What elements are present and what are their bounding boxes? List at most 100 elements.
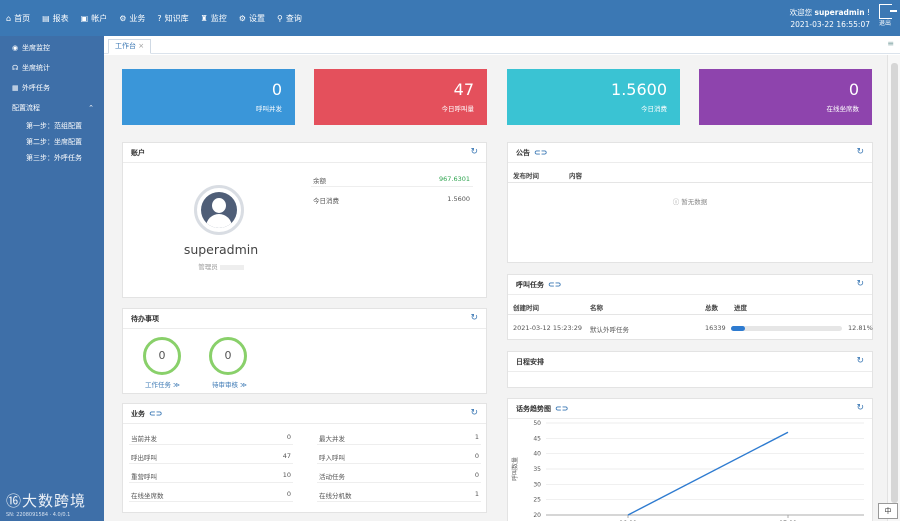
welcome-box: 欢迎您 superadmin ! 2021-03-22 16:55:07 [789, 8, 870, 29]
nav-reports[interactable]: ▤ 报表 [42, 0, 69, 36]
stat-value: 47 [453, 80, 474, 99]
close-icon[interactable]: × [138, 42, 144, 50]
panel-title: 话务趋势图 [516, 404, 551, 413]
y-tick-label: 35 [533, 466, 541, 473]
y-tick-label: 50 [533, 420, 541, 427]
refresh-icon[interactable]: ↻ [470, 313, 478, 323]
refresh-icon[interactable]: ↻ [856, 403, 864, 413]
today-spend-label: 今日消费 [313, 197, 339, 205]
stat-value: 0 [848, 80, 859, 99]
stat-label: 今日消费 [641, 105, 667, 113]
business-metric-value: 10 [282, 471, 291, 479]
scroll-thumb[interactable] [891, 63, 898, 503]
divider [317, 501, 481, 502]
sidebar-subitem-step3[interactable]: 第三步：外呼任务 [0, 150, 104, 166]
balance-value: 967.6301 [438, 175, 470, 183]
nav-business[interactable]: ⚙ 业务 [119, 0, 145, 36]
main-nav: ⌂ 首页 ▤ 报表 ▣ 帐户 ⚙ 业务 ? 知识库 ♜ 监控 ⚙ 设置 ⚲ 查询 [6, 0, 314, 36]
todo-review-count[interactable]: 0 [209, 337, 247, 375]
org-icon: ♜ [200, 13, 208, 23]
sidebar: ◉ 坐席监控 ☊ 坐席统计 ▦ 外呼任务 配置流程 ⌃ 第一步：范组配置 第二步：坐席配… [0, 36, 104, 521]
panel-header: 业务 ⊂⊃ ↻ [123, 404, 486, 424]
divider [317, 463, 481, 464]
stat-value: 1.5600 [611, 80, 667, 99]
todo-work-count[interactable]: 0 [143, 337, 181, 375]
nav-monitor[interactable]: ♜ 监控 [201, 0, 227, 36]
refresh-icon[interactable]: ↻ [856, 279, 864, 289]
business-panel: 业务 ⊂⊃ ↻ 当前并发 0 呼出呼叫 47 重营呼叫 10 在线坐席数 0 最大并发 1 呼入呼叫 0 活… [122, 403, 487, 513]
panel-header: 账户 ↻ [123, 143, 486, 163]
nav-query[interactable]: ⚲ 查询 [277, 0, 302, 36]
stat-label: 呼叫并发 [256, 105, 282, 113]
welcome-username: superadmin [814, 8, 865, 17]
col-content: 内容 [569, 172, 582, 180]
refresh-icon[interactable]: ↻ [856, 356, 864, 366]
business-metric-value: 1 [474, 433, 479, 441]
user-icon [201, 192, 237, 228]
dashboard: 0 呼叫并发 47 今日呼叫量 1.5600 今日消费 0 在线坐席数 账户 ↻ supe… [104, 55, 887, 521]
business-metric-label: 在线坐席数 [131, 492, 164, 500]
link-icon[interactable]: ⊂⊃ [149, 409, 162, 418]
sidebar-item-seat-stats[interactable]: ☊ 坐席统计 [0, 58, 104, 78]
progress-fill [731, 326, 746, 331]
todo-panel: 待办事项 ↻ 0 工作任务 ≫ 0 待审审核 ≫ [122, 308, 487, 394]
task-name[interactable]: 默认外呼任务 [590, 324, 629, 334]
stat-value: 0 [271, 80, 282, 99]
logout-button[interactable]: 退出 [874, 4, 897, 28]
y-tick-label: 40 [533, 451, 541, 458]
panel-title: 日程安排 [516, 357, 544, 366]
watermark-text: 大数跨境 [22, 492, 87, 510]
nav-home[interactable]: ⌂ 首页 [6, 0, 30, 36]
divider [129, 444, 293, 445]
language-button[interactable]: 中 [878, 503, 898, 519]
sidebar-group-config[interactable]: 配置流程 ⌃ [0, 98, 104, 118]
nav-settings[interactable]: ⚙ 设置 [239, 0, 265, 36]
panel-title: 待办事项 [131, 314, 159, 323]
stat-today-calls: 47 今日呼叫量 [314, 69, 487, 125]
business-metric-label: 活动任务 [319, 473, 345, 481]
redacted-block [219, 264, 244, 270]
tab-workbench[interactable]: 工作台 × [108, 39, 152, 54]
divider [129, 482, 293, 483]
task-created: 2021-03-12 15:23:29 [513, 324, 583, 332]
col-progress: 进度 [734, 304, 747, 312]
panel-header: 待办事项 ↻ [123, 309, 486, 329]
link-icon[interactable]: ⊂⊃ [555, 404, 568, 413]
link-icon[interactable]: ⊂⊃ [534, 148, 547, 157]
refresh-icon[interactable]: ↻ [470, 408, 478, 418]
refresh-icon[interactable]: ↻ [856, 147, 864, 157]
account-icon: ▣ [80, 13, 89, 23]
todo-work-link[interactable]: 工作任务 ≫ [145, 379, 180, 389]
col-name: 名称 [590, 304, 603, 312]
y-tick-label: 30 [533, 481, 541, 488]
nav-label: 知识库 [164, 13, 189, 23]
link-icon[interactable]: ⊂⊃ [548, 280, 561, 289]
y-axis-label: 呼叫数量 [511, 457, 519, 481]
refresh-icon[interactable]: ↻ [470, 147, 478, 157]
stat-label: 在线坐席数 [826, 105, 860, 113]
todo-review-link[interactable]: 待审审核 ≫ [212, 379, 247, 389]
nav-account[interactable]: ▣ 帐户 [81, 0, 108, 36]
logout-label: 退出 [878, 20, 891, 27]
sidebar-subitem-step1[interactable]: 第一步：范组配置 [0, 118, 104, 134]
task-total: 16339 [705, 324, 726, 332]
stat-today-spend: 1.5600 今日消费 [507, 69, 680, 125]
question-icon: ? [157, 13, 162, 23]
sidebar-subitem-step2[interactable]: 第二步：坐席配置 [0, 134, 104, 150]
business-metric-label: 呼入呼叫 [319, 454, 345, 462]
tab-bar: 工作台 × ≡ [104, 36, 900, 54]
sidebar-item-outbound-tasks[interactable]: ▦ 外呼任务 [0, 78, 104, 98]
nav-knowledge[interactable]: ? 知识库 [157, 0, 188, 36]
business-metric-label: 重营呼叫 [131, 473, 157, 481]
menu-icon[interactable]: ≡ [887, 39, 894, 48]
headset-icon: ☊ [12, 64, 19, 72]
balance-label: 余额 [313, 177, 326, 185]
vertical-scrollbar[interactable] [887, 55, 900, 521]
business-metric-value: 0 [286, 433, 291, 441]
panel-title: 业务 [131, 409, 145, 418]
settings-icon: ⚙ [238, 13, 246, 23]
col-created: 创建时间 [513, 304, 539, 312]
sidebar-item-seat-monitor[interactable]: ◉ 坐席监控 [0, 38, 104, 58]
col-total: 总数 [705, 304, 718, 312]
panel-header: 公告 ⊂⊃ ↻ [508, 143, 872, 163]
